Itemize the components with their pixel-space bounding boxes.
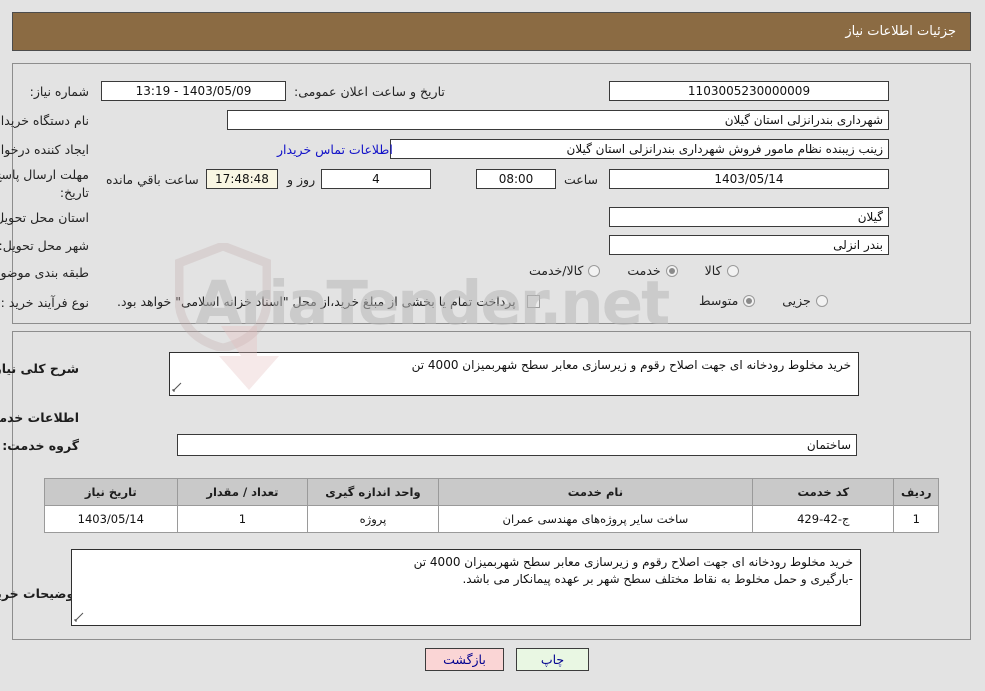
cell-unit: پروژه: [308, 505, 440, 533]
radio-icon[interactable]: [816, 294, 829, 307]
deadline-label-line2: تاریخ:: [60, 185, 90, 200]
buyer-notes-line2: -بارگیری و حمل مخلوط به نقاط مختلف سطح ش…: [463, 572, 854, 586]
buyer-org-value: شهرداری بندرانزلی استان گیلان: [228, 110, 890, 130]
need-number-value: 1103005230000009: [610, 81, 890, 101]
buyer-org-label: نام دستگاه خریدار:: [0, 113, 90, 128]
deadline-days-value: 4: [322, 169, 432, 189]
deadline-label-line1: مهلت ارسال پاسخ: تا: [0, 167, 90, 182]
col-service-name: نام خدمت: [438, 478, 755, 506]
general-desc-label: شرح کلی نیاز:: [0, 361, 80, 376]
announce-datetime-label: تاریخ و ساعت اعلان عمومی:: [295, 84, 446, 99]
services-table: ردیف کد خدمت نام خدمت واحد اندازه گیری ت…: [45, 478, 940, 533]
col-service-code: کد خدمت: [753, 478, 896, 506]
buyer-notes-label: توضیحات خریدار:: [0, 586, 80, 601]
purchase-type-radio-group: جزیی متوسط: [700, 293, 829, 308]
services-section-title: اطلاعات خدمات مورد نیاز: [0, 410, 80, 425]
radio-icon[interactable]: [727, 264, 740, 277]
category-option-khedmat-label: خدمت: [628, 263, 662, 278]
page-title: جزئیات اطلاعات نیاز: [846, 24, 957, 39]
province-value: گیلان: [610, 207, 890, 227]
cell-row: 1: [894, 505, 940, 533]
requester-value: زینب زیبنده نظام مامور فروش شهرداری بندر…: [391, 139, 890, 159]
purchase-type-option-motevaset[interactable]: متوسط: [700, 293, 757, 308]
general-desc-textarea[interactable]: خرید مخلوط رودخانه ای جهت اصلاح رقوم و ز…: [170, 352, 860, 396]
col-quantity: تعداد / مقدار: [177, 478, 310, 506]
deadline-days-suffix: روز و: [288, 172, 317, 187]
col-row: ردیف: [894, 478, 940, 506]
cell-service-name: ساخت سایر پروژه‌های مهندسی عمران: [438, 505, 755, 533]
purchase-type-option-jozei-label: جزیی: [783, 293, 812, 308]
service-group-value[interactable]: ساختمان: [178, 434, 858, 456]
deadline-countdown-suffix: ساعت باقي مانده: [107, 172, 200, 187]
purchase-type-option-jozei[interactable]: جزیی: [783, 293, 829, 308]
col-need-date: تاریخ نیاز: [45, 478, 179, 506]
buyer-notes-line1: خرید مخلوط رودخانه ای جهت اصلاح رقوم و ز…: [414, 555, 854, 569]
cell-need-date: 1403/05/14: [45, 505, 179, 533]
treasury-note-label: پرداخت تمام یا بخشی از مبلغ خرید،از محل …: [118, 294, 517, 309]
print-button[interactable]: چاپ: [517, 648, 590, 671]
announce-datetime-value: 1403/05/09 - 13:19: [102, 81, 287, 101]
need-summary-panel: [13, 63, 972, 324]
category-label: طبقه بندی موضوعی:: [0, 265, 90, 280]
city-value: بندر انزلی: [610, 235, 890, 255]
requester-label: ایجاد کننده درخواست:: [0, 142, 90, 157]
treasury-note-row: پرداخت تمام یا بخشی از مبلغ خرید،از محل …: [118, 294, 541, 309]
category-option-kala[interactable]: کالا: [706, 263, 740, 278]
category-option-kala-khedmat[interactable]: کالا/خدمت: [530, 263, 602, 278]
col-unit: واحد اندازه گیری: [308, 478, 440, 506]
category-option-kala-label: کالا: [705, 263, 723, 278]
radio-icon[interactable]: [744, 294, 757, 307]
treasury-checkbox[interactable]: [527, 295, 541, 308]
purchase-type-option-motevaset-label: متوسط: [700, 293, 740, 308]
purchase-type-label: نوع فرآیند خرید :: [1, 295, 90, 310]
radio-icon[interactable]: [666, 264, 679, 277]
deadline-time-value: 08:00: [477, 169, 557, 189]
province-label: استان محل تحویل:: [0, 210, 90, 225]
cell-service-code: ج-42-429: [753, 505, 896, 533]
radio-icon[interactable]: [589, 264, 602, 277]
category-option-khedmat[interactable]: خدمت: [628, 263, 679, 278]
table-row: 1 ج-42-429 ساخت سایر پروژه‌های مهندسی عم…: [45, 505, 940, 533]
category-radio-group: کالا خدمت کالا/خدمت: [530, 263, 740, 278]
table-header-row: ردیف کد خدمت نام خدمت واحد اندازه گیری ت…: [45, 478, 940, 506]
cell-quantity: 1: [177, 505, 310, 533]
buyer-notes-textarea[interactable]: خرید مخلوط رودخانه ای جهت اصلاح رقوم و ز…: [72, 549, 862, 626]
category-option-kala-khedmat-label: کالا/خدمت: [530, 263, 585, 278]
city-label: شهر محل تحویل:: [0, 238, 90, 253]
deadline-date-value: 1403/05/14: [610, 169, 890, 189]
deadline-time-label: ساعت: [565, 172, 600, 187]
page-header: جزئیات اطلاعات نیاز: [13, 12, 972, 51]
buyer-contact-link[interactable]: اطلاعات تماس خریدار: [278, 142, 394, 157]
back-button[interactable]: بازگشت: [426, 648, 505, 671]
deadline-countdown-value: 17:48:48: [207, 169, 279, 189]
need-number-label: شماره نیاز:: [30, 84, 90, 99]
service-group-label: گروه خدمت:: [3, 438, 80, 453]
